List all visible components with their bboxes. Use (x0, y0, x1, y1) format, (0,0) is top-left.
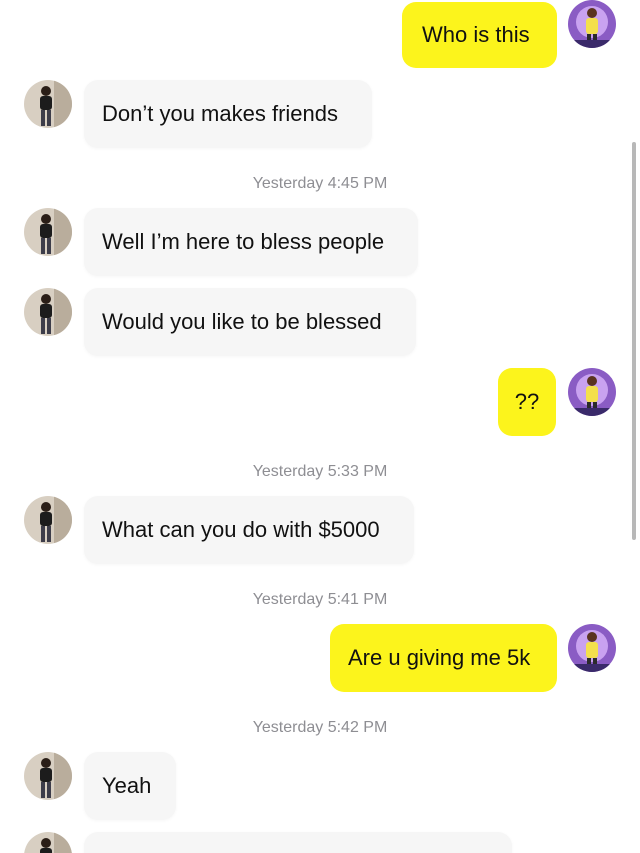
chat-thread[interactable]: Who is this Don’t you makes friends Yest… (0, 0, 640, 853)
outgoing-message-bubble[interactable]: Are u giving me 5k (330, 624, 557, 692)
incoming-message-bubble[interactable] (84, 832, 512, 853)
avatar-photo-icon (568, 0, 616, 48)
message-text: Yeah (102, 773, 152, 798)
outgoing-message-bubble[interactable]: ?? (498, 368, 556, 436)
contact-avatar[interactable] (24, 832, 72, 853)
contact-avatar[interactable] (24, 288, 72, 336)
contact-avatar[interactable] (24, 752, 72, 800)
message-text: Are u giving me 5k (348, 645, 531, 670)
avatar-photo-icon (24, 496, 72, 544)
timestamp: Yesterday 5:41 PM (252, 591, 388, 608)
contact-avatar[interactable] (24, 80, 72, 128)
incoming-message-bubble[interactable]: What can you do with $5000 (84, 496, 414, 564)
incoming-message-bubble[interactable]: Would you like to be blessed (84, 288, 416, 356)
avatar-photo-icon (24, 80, 72, 128)
my-avatar[interactable] (568, 0, 616, 48)
message-text: Well I’m here to bless people (102, 229, 385, 254)
avatar-photo-icon (568, 368, 616, 416)
incoming-message-bubble[interactable]: Yeah (84, 752, 176, 820)
avatar-photo-icon (24, 832, 72, 853)
message-text: Don’t you makes friends (102, 101, 338, 126)
timestamp: Yesterday 5:42 PM (252, 719, 388, 736)
avatar-photo-icon (568, 624, 616, 672)
my-avatar[interactable] (568, 368, 616, 416)
incoming-message-bubble[interactable]: Don’t you makes friends (84, 80, 372, 148)
avatar-photo-icon (24, 288, 72, 336)
avatar-photo-icon (24, 752, 72, 800)
timestamp: Yesterday 4:45 PM (252, 175, 388, 192)
scrollbar[interactable] (632, 142, 636, 540)
message-text: ?? (514, 389, 540, 414)
incoming-message-bubble[interactable]: Well I’m here to bless people (84, 208, 418, 276)
avatar-photo-icon (24, 208, 72, 256)
message-text: What can you do with $5000 (102, 517, 380, 542)
outgoing-message-bubble[interactable]: Who is this (402, 2, 557, 68)
contact-avatar[interactable] (24, 496, 72, 544)
message-text: Who is this (422, 22, 530, 47)
my-avatar[interactable] (568, 624, 616, 672)
contact-avatar[interactable] (24, 208, 72, 256)
message-text: Would you like to be blessed (102, 309, 382, 334)
timestamp: Yesterday 5:33 PM (252, 463, 388, 480)
